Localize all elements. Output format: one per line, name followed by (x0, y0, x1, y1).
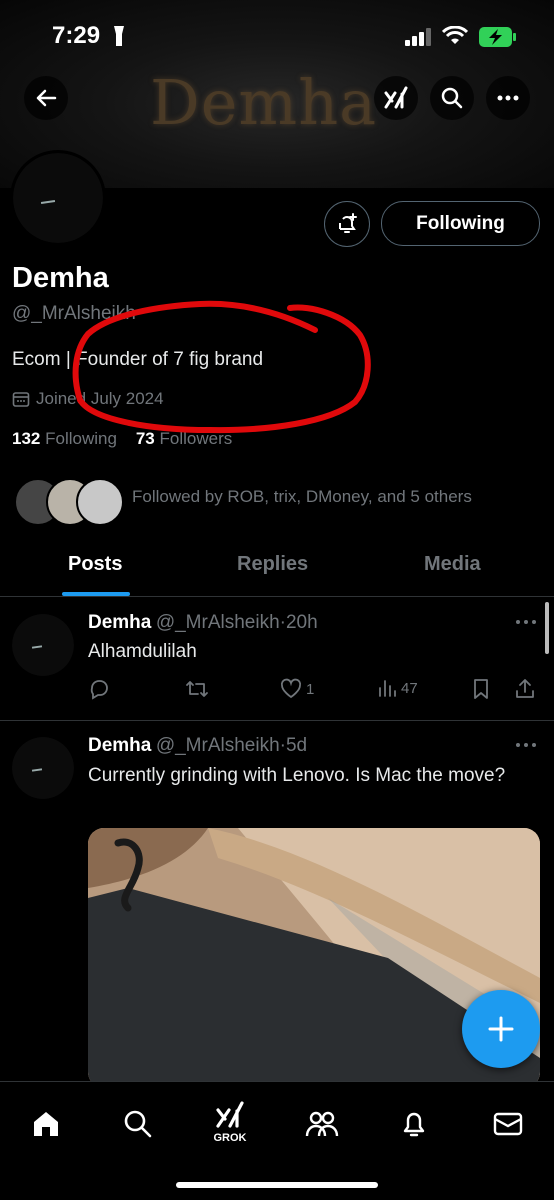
profile-avatar[interactable] (10, 150, 106, 246)
grok-icon (384, 86, 408, 109)
arrow-left-icon (36, 89, 57, 107)
bell-plus-icon (339, 213, 357, 233)
nav-messages[interactable] (484, 1100, 532, 1148)
bookmark-icon (474, 679, 488, 699)
battery-charging-icon (478, 26, 518, 48)
post-header: Demha @_MrAlsheikh·20h (88, 612, 318, 633)
following-button[interactable]: Following (381, 201, 540, 246)
search-icon (441, 87, 463, 109)
back-button[interactable] (24, 76, 68, 120)
more-horizontal-icon (516, 620, 536, 624)
share-icon (516, 679, 534, 698)
post-author-handle: @_MrAlsheikh (155, 612, 280, 633)
compose-post-button[interactable] (462, 990, 540, 1068)
reply-icon (90, 680, 108, 700)
like-button[interactable]: 1 (280, 678, 314, 700)
bookmark-button[interactable] (472, 678, 490, 700)
plus-icon (488, 1016, 514, 1042)
notifications-subscribe-button[interactable] (324, 201, 370, 247)
repost-button[interactable] (185, 678, 209, 700)
tab-divider (0, 596, 554, 597)
following-count: 132 (12, 429, 41, 448)
post-time: 20h (285, 612, 318, 633)
search-button[interactable] (430, 76, 474, 120)
tab-replies[interactable]: Replies (237, 553, 308, 576)
post-author-handle: @_MrAlsheikh (155, 735, 280, 756)
repost-icon (186, 681, 208, 697)
post-text: Currently grinding with Lenovo. Is Mac t… (88, 765, 506, 786)
nav-home[interactable] (22, 1100, 70, 1148)
view-count: 47 (401, 679, 418, 697)
post-more-button[interactable] (516, 743, 536, 747)
more-options-button[interactable] (486, 76, 530, 120)
search-icon (124, 1110, 152, 1138)
more-horizontal-icon (516, 743, 536, 747)
views-bar-icon (379, 680, 396, 697)
reply-button[interactable] (88, 678, 110, 700)
calendar-icon (12, 392, 30, 407)
followed-by-text[interactable]: Followed by ROB, trix, DMoney, and 5 oth… (132, 487, 472, 507)
share-button[interactable] (514, 678, 536, 700)
follower-avatar-3 (76, 478, 124, 526)
post-header: Demha @_MrAlsheikh·5d (88, 735, 308, 756)
post-text: Alhamdulilah (88, 641, 197, 662)
post-avatar[interactable] (12, 614, 74, 676)
mail-icon (493, 1112, 523, 1136)
banner-text: Demha (150, 66, 378, 139)
nav-grok-label: GROK (213, 1132, 247, 1144)
tab-posts[interactable]: Posts (68, 553, 122, 576)
nav-search[interactable] (114, 1100, 162, 1148)
communities-icon (305, 1111, 339, 1137)
nav-communities[interactable] (298, 1100, 346, 1148)
like-count: 1 (306, 680, 315, 698)
bell-icon (403, 1112, 425, 1137)
home-icon (34, 1112, 58, 1136)
views-button[interactable]: 47 (377, 678, 418, 698)
cellular-signal-icon (405, 28, 433, 46)
post-1[interactable]: Demha @_MrAlsheikh·20h Alhamdulilah 1 47 (0, 598, 554, 720)
post-more-button[interactable] (516, 620, 536, 624)
tab-media[interactable]: Media (424, 553, 481, 576)
nav-grok[interactable]: GROK (206, 1094, 254, 1150)
flashlight-icon (112, 24, 126, 48)
grok-icon (216, 1101, 244, 1128)
wifi-icon (442, 26, 468, 46)
post-avatar[interactable] (12, 737, 74, 799)
post-author-name: Demha (88, 612, 152, 633)
nav-notifications[interactable] (390, 1100, 438, 1148)
status-time: 7:29 (52, 22, 101, 49)
home-indicator[interactable] (176, 1182, 378, 1188)
more-horizontal-icon (497, 95, 519, 101)
post-time: 5d (285, 735, 308, 756)
red-annotation-scribble (72, 300, 371, 434)
grok-button[interactable] (374, 76, 418, 120)
post-author-name: Demha (88, 735, 152, 756)
heart-icon (280, 678, 302, 699)
